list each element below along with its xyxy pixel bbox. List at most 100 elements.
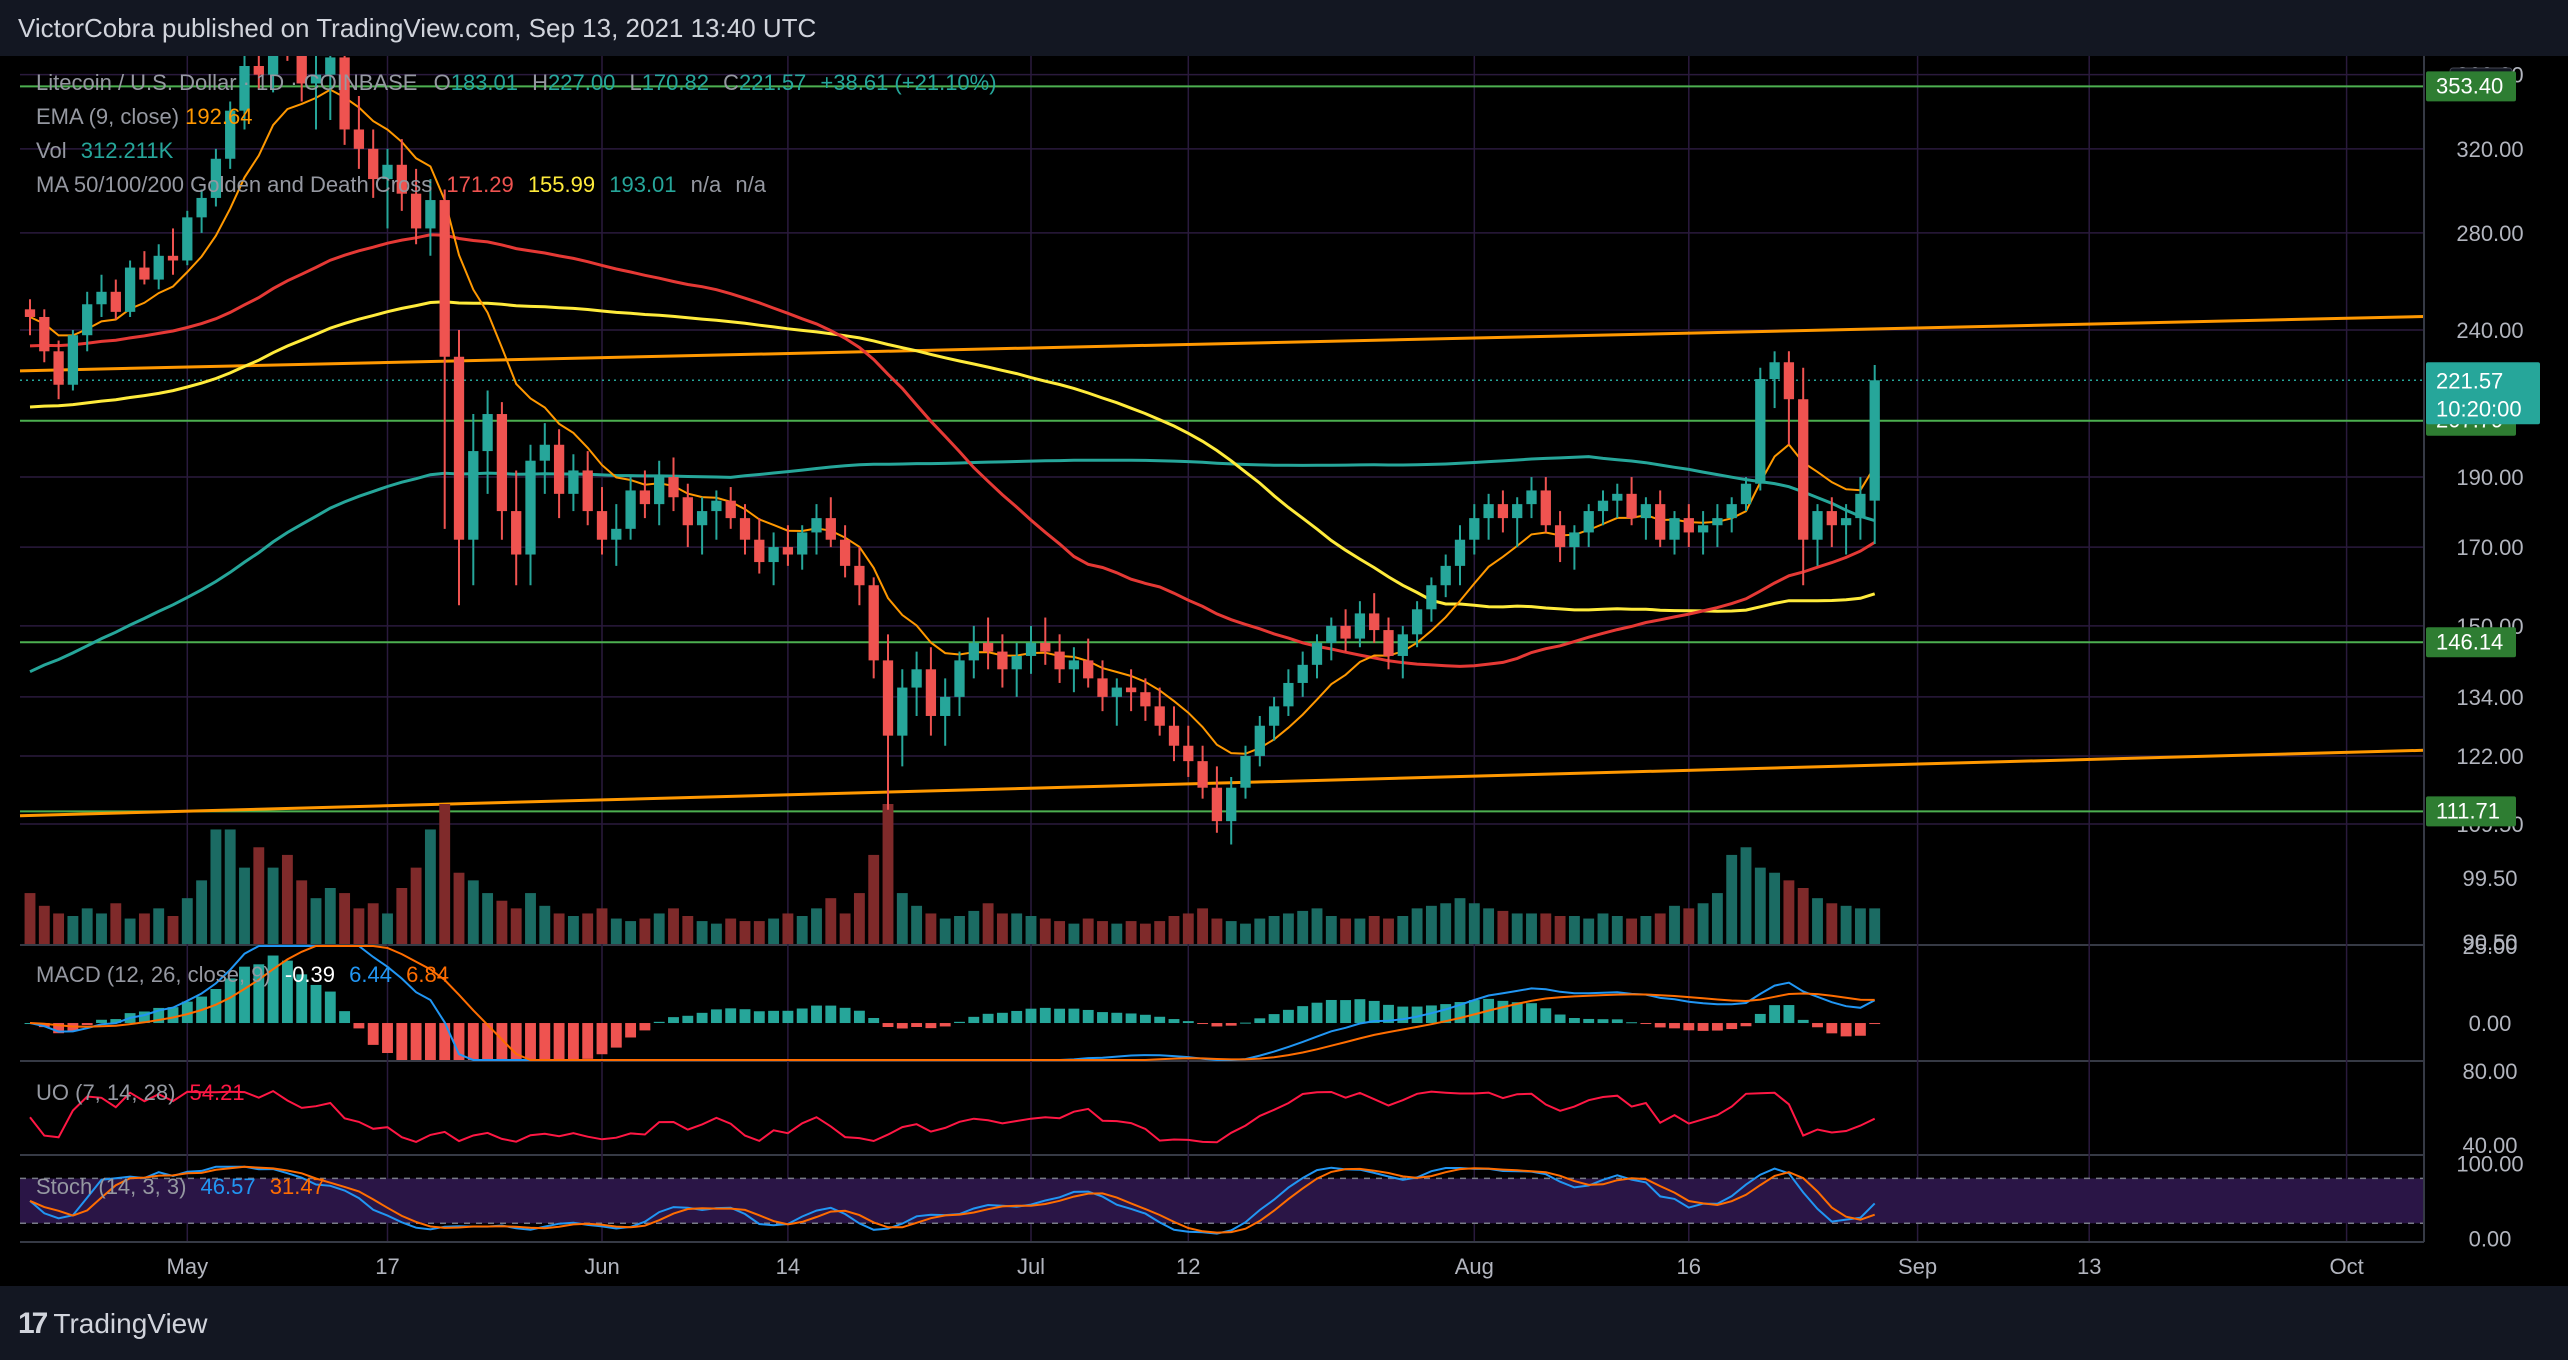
macd-histogram-bar: [1011, 1010, 1023, 1024]
volume-bar: [1783, 880, 1795, 944]
volume-bar: [553, 913, 565, 944]
candle-body: [1526, 490, 1537, 505]
macd-histogram-bar: [1211, 1023, 1223, 1027]
candle-body: [1540, 490, 1551, 526]
macd-histogram-bar: [868, 1017, 880, 1024]
macd-histogram-bar: [1697, 1023, 1709, 1031]
macd-histogram-bar: [396, 1023, 408, 1060]
volume-bar: [424, 829, 436, 944]
macd-histogram-bar: [653, 1021, 665, 1024]
candle-body: [1397, 634, 1408, 656]
macd-histogram-bar: [1654, 1023, 1666, 1028]
volume-bar: [1583, 918, 1595, 944]
macd-histogram-bar: [1826, 1023, 1838, 1034]
volume-bar: [1626, 918, 1638, 944]
candle-body: [1354, 613, 1366, 639]
volume-bar: [1182, 913, 1194, 944]
macd-histogram-bar: [525, 1023, 536, 1060]
footer: 17 TradingView: [0, 1286, 2568, 1360]
candle-body: [1469, 518, 1480, 540]
candle-body: [1612, 493, 1623, 501]
last-price-label: 221.57: [2436, 368, 2503, 393]
open-value: 183.01: [450, 70, 518, 95]
volume-bar: [1325, 916, 1337, 944]
macd-histogram-bar: [1568, 1017, 1580, 1024]
candle-body: [496, 414, 508, 512]
volume-bar: [1254, 918, 1266, 944]
volume-bar: [1812, 898, 1823, 944]
macd-histogram-bar: [1154, 1016, 1166, 1024]
volume-legend[interactable]: Vol 312.211K: [36, 138, 173, 164]
indicator-tick-label: 100.00: [2456, 1151, 2523, 1176]
volume-bar: [825, 898, 837, 944]
volume-bar: [1154, 921, 1166, 944]
macd-legend[interactable]: MACD (12, 26, close, 9) -0.39 6.44 6.84: [36, 962, 449, 988]
low-value: 170.82: [641, 70, 709, 95]
macd-histogram-bar: [1854, 1023, 1866, 1036]
volume-bar: [110, 903, 122, 944]
volume-bar: [353, 908, 365, 944]
time-tick-label: 17: [375, 1254, 399, 1279]
candle-body: [782, 547, 794, 555]
macd-histogram-bar: [939, 1023, 951, 1027]
macd-histogram-bar: [539, 1023, 551, 1060]
macd-histogram-bar: [1297, 1006, 1309, 1024]
macd-histogram-bar: [1711, 1023, 1723, 1031]
candle-body: [982, 642, 994, 652]
close-value: 221.57: [739, 70, 807, 95]
level-price-label: 353.40: [2436, 73, 2503, 98]
stoch-legend[interactable]: Stoch (14, 3, 3) 46.57 31.47: [36, 1174, 325, 1200]
macd-histogram-bar: [782, 1010, 794, 1024]
price-tick-label: 320.00: [2456, 137, 2523, 162]
macd-histogram-bar: [1225, 1023, 1237, 1026]
volume-bar: [610, 918, 622, 944]
volume-bar: [682, 916, 694, 944]
macd-histogram-bar: [1812, 1023, 1823, 1028]
price-tick-label: 122.00: [2456, 744, 2523, 769]
macd-histogram-bar: [839, 1007, 851, 1024]
candle-body: [1383, 630, 1394, 656]
macd-histogram-bar: [424, 1023, 436, 1060]
volume-bar: [167, 916, 179, 944]
candle-body: [182, 217, 193, 261]
macd-histogram-bar: [896, 1023, 908, 1029]
candle-body: [1097, 678, 1108, 697]
candle-body: [1454, 539, 1466, 566]
ema-legend[interactable]: EMA (9, close) 192.64: [36, 104, 252, 130]
volume-bar: [81, 908, 93, 944]
volume-bar: [596, 908, 608, 944]
volume-bar: [281, 854, 293, 944]
candle-body: [797, 532, 808, 555]
low-label: L: [629, 70, 642, 95]
na-value-2: n/a: [735, 172, 766, 197]
ma50-value: 171.29: [446, 172, 514, 197]
volume-bar: [410, 867, 422, 944]
volume-bar: [1211, 918, 1223, 944]
candle-body: [1168, 725, 1180, 746]
tradingview-logo[interactable]: 17 TradingView: [18, 1304, 207, 1344]
macd-histogram-bar: [1268, 1014, 1280, 1024]
volume-bar: [710, 923, 722, 944]
candle-body: [911, 669, 922, 688]
volume-bar: [1025, 916, 1037, 944]
ma-legend[interactable]: MA 50/100/200 Golden and Death Cross 171…: [36, 172, 766, 198]
candle-body: [410, 193, 422, 229]
uo-legend[interactable]: UO (7, 14, 28) 54.21: [36, 1080, 245, 1106]
candle-body: [453, 356, 465, 540]
stoch-label: Stoch (14, 3, 3): [36, 1174, 187, 1199]
volume-bar: [539, 905, 551, 944]
volume-bar: [896, 893, 908, 944]
candle-body: [353, 129, 365, 149]
uo-label: UO (7, 14, 28): [36, 1080, 176, 1105]
candle-body: [1083, 660, 1094, 679]
candle-body: [1740, 483, 1752, 505]
candle-body: [1569, 532, 1580, 548]
time-tick-label: Sep: [1898, 1254, 1937, 1279]
change-value: +38.61 (+21.10%): [820, 70, 997, 95]
macd-histogram-bar: [596, 1023, 608, 1055]
price-chart[interactable]: 360.00320.00280.00240.00190.00170.00150.…: [0, 56, 2568, 1286]
macd-histogram-bar: [1082, 1009, 1094, 1024]
symbol-legend[interactable]: Litecoin / U.S. Dollar · 1D · COINBASE O…: [36, 70, 997, 96]
candle-body: [625, 490, 636, 529]
volume-bar: [1454, 898, 1466, 944]
